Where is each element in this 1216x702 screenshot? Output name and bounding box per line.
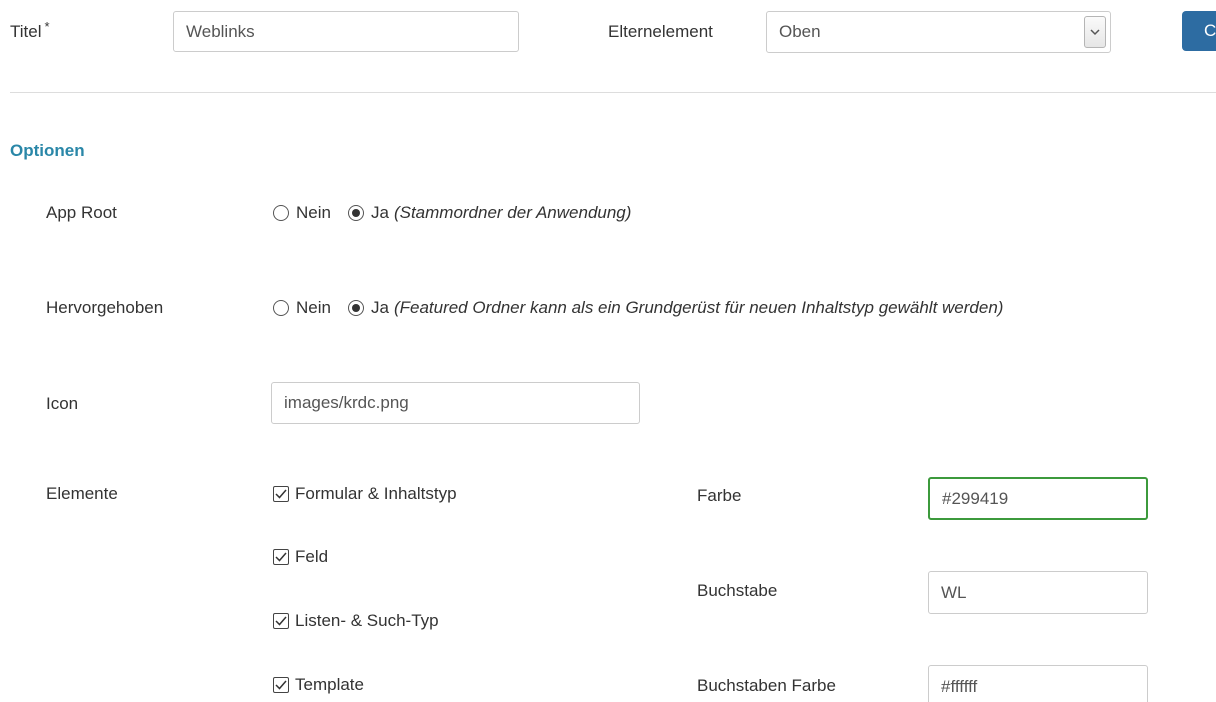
app-root-radio-group: Nein Ja (Stammordner der Anwendung)	[273, 203, 631, 223]
element-checkbox-template[interactable]: Template	[273, 675, 364, 695]
options-section-title: Optionen	[10, 141, 85, 160]
app-root-radio-no[interactable]	[273, 205, 289, 221]
parent-label: Elternelement	[608, 22, 713, 41]
radio-selected-dot	[351, 304, 360, 312]
featured-radio-yes-label[interactable]: Ja	[371, 298, 389, 318]
featured-radio-no[interactable]	[273, 300, 289, 316]
featured-radio-no-label[interactable]: Nein	[296, 298, 331, 318]
element-checkbox-label: Template	[295, 675, 364, 694]
featured-label: Hervorgehoben	[46, 298, 164, 317]
element-checkbox-label: Feld	[295, 547, 329, 566]
divider	[10, 92, 1216, 93]
icon-input-value: images/krdc.png	[284, 393, 409, 412]
letter-label: Buchstabe	[697, 581, 778, 600]
element-checkbox-label: Listen- & Such-Typ	[295, 611, 439, 630]
required-mark: *	[44, 19, 50, 34]
title-input[interactable]: Weblinks	[173, 11, 519, 52]
parent-select-value: Oben	[779, 22, 821, 41]
title-label-text: Titel	[10, 22, 42, 41]
letter-color-input[interactable]: #ffffff	[928, 665, 1148, 702]
checkbox-checked-icon[interactable]	[273, 486, 289, 502]
letter-color-input-value: #ffffff	[941, 676, 978, 696]
element-checkbox-field[interactable]: Feld	[273, 547, 328, 567]
color-input[interactable]: #299419	[928, 477, 1148, 520]
checkbox-checked-icon[interactable]	[273, 613, 289, 629]
featured-radio-group: Nein Ja (Featured Ordner kann als ein Gr…	[273, 298, 1003, 318]
title-input-value: Weblinks	[186, 21, 255, 41]
menu-item-edit-form: Titel * Weblinks Elternelement Oben C Opt…	[0, 0, 1216, 702]
icon-label: Icon	[46, 394, 79, 413]
app-root-radio-yes[interactable]	[347, 205, 364, 221]
chevron-down-icon[interactable]	[1084, 16, 1106, 48]
primary-action-button[interactable]: C	[1182, 11, 1216, 51]
element-checkbox-list-search[interactable]: Listen- & Such-Typ	[273, 611, 439, 631]
app-root-radio-no-label[interactable]: Nein	[296, 203, 331, 223]
letter-color-label: Buchstaben Farbe	[697, 676, 836, 695]
title-label: Titel *	[10, 19, 50, 42]
parent-select[interactable]: Oben	[766, 11, 1111, 53]
primary-action-button-label: C	[1204, 21, 1216, 40]
element-checkbox-label: Formular & Inhaltstyp	[295, 484, 457, 503]
checkbox-checked-icon[interactable]	[273, 677, 289, 693]
color-input-value: #299419	[942, 488, 1009, 508]
letter-input-value: WL	[941, 582, 967, 602]
checkbox-checked-icon[interactable]	[273, 549, 289, 565]
radio-selected-dot	[351, 209, 360, 217]
featured-radio-yes[interactable]	[347, 300, 364, 316]
app-root-label: App Root	[46, 203, 117, 222]
icon-input[interactable]: images/krdc.png	[271, 382, 640, 424]
element-checkbox-form[interactable]: Formular & Inhaltstyp	[273, 484, 457, 504]
app-root-hint: (Stammordner der Anwendung)	[393, 203, 632, 222]
app-root-radio-yes-label[interactable]: Ja	[371, 203, 389, 223]
letter-input[interactable]: WL	[928, 571, 1148, 614]
elements-label: Elemente	[46, 484, 118, 503]
color-label: Farbe	[697, 486, 742, 505]
featured-hint: (Featured Ordner kann als ein Grundgerüs…	[393, 298, 1004, 317]
